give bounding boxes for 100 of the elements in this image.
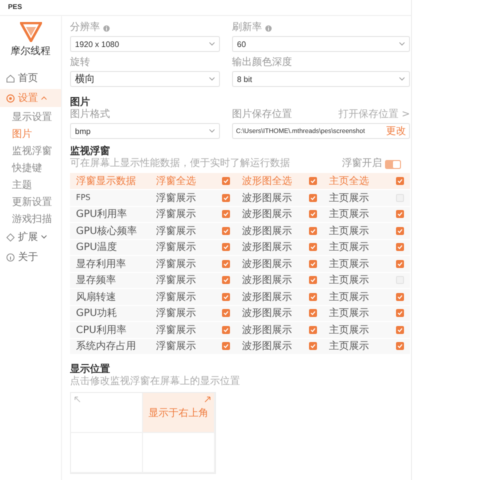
checkbox[interactable] [222,309,230,318]
table-cell-text: 波形图展示 [242,192,292,205]
dropdown[interactable]: bmp [70,123,220,139]
checkbox[interactable] [222,243,230,252]
sidebar-subitem[interactable]: 快捷键 [0,159,61,176]
table-cell-text: 波形图展示 [242,224,292,238]
info-icon [6,252,15,262]
logo-text: 摩尔线程 [10,44,50,58]
table-cell-text: 波形图展示 [242,324,292,337]
checkbox[interactable] [222,226,230,235]
checkbox[interactable] [309,210,317,218]
table-cell-text: 主页展示 [329,240,369,254]
table-cell-text: 主页展示 [329,324,369,337]
checkbox[interactable] [222,194,230,202]
change-button[interactable]: 更改 [386,124,406,138]
table-cell-text: 浮窗展示 [156,192,196,205]
table-cell-text: 主页展示 [329,290,369,304]
sidebar-item[interactable]: 首页 [0,69,61,87]
table-cell-text: 主页展示 [329,306,369,320]
table-cell-text: 浮窗展示 [156,258,196,271]
open-location-link[interactable]: 打开保存位置 > [338,109,410,121]
dropdown[interactable]: 横向 [70,71,220,87]
table-cell-text: GPU核心频率 [76,224,138,238]
table-cell-text: 主页展示 [329,340,369,354]
table-cell-text: 主页展示 [329,208,369,222]
table-cell-text: 浮窗展示 [156,340,196,354]
sidebar-item[interactable]: 设置 [0,89,61,107]
chevron-down-icon [399,42,405,46]
section-title: 监视浮窗 [70,145,111,158]
table-cell-text: 波形图展示 [242,258,292,271]
checkbox[interactable] [309,177,317,185]
caret-icon [41,235,47,239]
checkbox[interactable] [222,326,230,334]
table-cell-text: 波形图展示 [242,208,292,222]
table-cell-text: 主页展示 [329,224,369,238]
checkbox[interactable] [309,342,317,350]
sidebar-subitem[interactable]: 更新设置 [0,193,61,210]
checkbox[interactable] [396,243,404,252]
table-cell-text: 浮窗展示 [156,240,196,254]
table-cell-text: 波形图展示 [242,306,292,320]
chevron-down-icon [209,77,215,81]
dropdown[interactable]: 60 [232,36,410,52]
field-label: 旋转 [70,57,90,69]
checkbox[interactable] [396,260,404,268]
checkbox[interactable] [396,177,404,185]
table-cell-text: 主页展示 [329,274,369,288]
table-cell-text: 浮窗展示 [156,224,196,238]
checkbox[interactable] [309,226,317,235]
checkbox[interactable] [309,194,317,202]
checkbox[interactable] [222,260,230,268]
checkbox[interactable] [309,309,317,318]
table-cell-text: 波形图展示 [242,274,292,288]
field-label: 输出颜色深度 [232,57,292,69]
checkbox[interactable] [222,210,230,218]
checkbox[interactable] [396,226,404,235]
field-label: 图片保存位置 [232,109,292,121]
sidebar-subitem[interactable]: 主题 [0,176,61,193]
caret-icon [41,96,47,100]
table-cell-text: 风扇转速 [76,290,116,304]
logo-icon [20,22,42,42]
checkbox[interactable] [309,326,317,334]
arrow-icon [204,396,211,403]
checkbox[interactable] [396,309,404,318]
checkbox[interactable] [309,243,317,252]
sidebar-item[interactable]: 关于 [0,248,61,266]
table-cell-text: CPU利用率 [76,324,126,337]
checkbox[interactable] [222,276,230,284]
table-cell-text: 浮窗展示 [156,324,196,337]
arrow-icon [74,396,81,403]
position-option[interactable]: 显示于右上角 [143,393,215,433]
checkbox[interactable] [396,342,404,350]
sidebar-item[interactable]: 扩展 [0,228,61,246]
toggle-switch[interactable] [385,160,401,168]
chevron-down-icon [209,129,215,133]
checkbox[interactable] [309,292,317,301]
section-title: 图片 [70,96,91,108]
dropdown[interactable]: 8 bit [232,71,410,87]
checkbox[interactable] [222,342,230,350]
table-header: 波形图全选 [242,174,292,188]
checkbox[interactable] [396,292,404,301]
checkbox[interactable] [222,177,230,185]
sidebar-subitem[interactable]: 监视浮窗 [0,142,61,159]
checkbox[interactable] [396,326,404,334]
sidebar-subitem[interactable]: 游戏扫描 [0,210,61,227]
table-cell-text: 波形图展示 [242,240,292,254]
sidebar-subitem[interactable]: 显示设置 [0,108,61,125]
field-label: 图片格式 [70,109,110,121]
toggle-label: 浮窗开启 [342,158,382,170]
sidebar-subitem[interactable]: 图片 [0,125,61,142]
checkbox[interactable] [396,210,404,218]
checkbox[interactable] [222,292,230,301]
table-cell-text: 系统内存占用 [76,340,136,354]
checkbox[interactable] [309,260,317,268]
checkbox[interactable] [309,276,317,284]
section-description: 可在屏幕上显示性能数据，便于实时了解运行数据 [70,158,290,170]
table-cell-text: GPU温度 [76,240,118,254]
table-cell-text: 波形图展示 [242,290,292,304]
chevron-down-icon [209,42,215,46]
dropdown[interactable]: 1920 x 1080 [70,36,220,52]
table-header: 浮窗显示数据 [76,174,136,188]
